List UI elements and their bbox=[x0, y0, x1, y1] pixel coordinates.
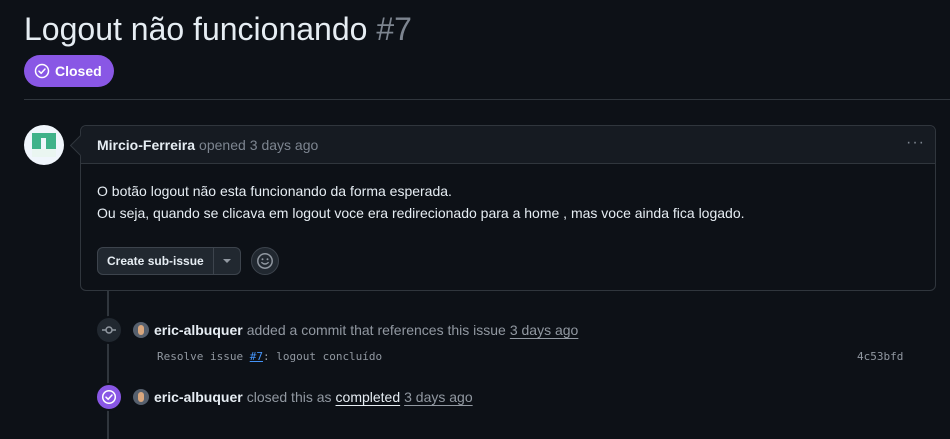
event-timestamp[interactable]: 3 days ago bbox=[404, 389, 473, 405]
issue-comment: Mircio-Ferreira opened 3 days ago ··· O … bbox=[80, 125, 936, 291]
comment-header: Mircio-Ferreira opened 3 days ago ··· bbox=[81, 126, 935, 164]
create-subissue-split-button: Create sub-issue bbox=[97, 247, 241, 275]
status-badge: Closed bbox=[24, 55, 114, 87]
comment-body-line: Ou seja, quando se clicava em logout voc… bbox=[97, 205, 745, 221]
actor-avatar[interactable] bbox=[133, 389, 149, 405]
commit-message-suffix: : logout concluído bbox=[262, 350, 383, 363]
closed-check-icon bbox=[34, 63, 50, 79]
create-subissue-dropdown[interactable] bbox=[214, 248, 240, 274]
timeline-line bbox=[107, 291, 109, 439]
actor-avatar[interactable] bbox=[133, 322, 149, 338]
event-text: closed this as bbox=[246, 389, 332, 405]
issue-closed-icon bbox=[101, 389, 117, 405]
comment-body-line: O botão logout não esta funcionando da f… bbox=[97, 183, 452, 199]
status-badge-label: Closed bbox=[55, 63, 102, 79]
commit-sha-link[interactable]: 4c53bfd bbox=[857, 350, 903, 363]
event-text: added a commit that references this issu… bbox=[246, 322, 506, 338]
event-actor[interactable]: eric-albuquer bbox=[154, 389, 243, 405]
commit-issue-link[interactable]: #7 bbox=[250, 350, 263, 363]
event-actor[interactable]: eric-albuquer bbox=[154, 322, 243, 338]
comment-menu-button[interactable]: ··· bbox=[906, 135, 925, 151]
header-divider bbox=[24, 99, 950, 100]
commit-event-badge bbox=[95, 316, 123, 344]
comment-action: opened bbox=[199, 136, 246, 153]
closed-event: eric-albuquer closed this as completed 3… bbox=[133, 387, 473, 407]
comment-actions: Create sub-issue bbox=[97, 247, 279, 275]
comment-author[interactable]: Mircio-Ferreira bbox=[97, 137, 195, 153]
issue-title: Logout não funcionando #7 bbox=[24, 8, 412, 50]
close-reason-link[interactable]: completed bbox=[336, 389, 401, 405]
commit-message-prefix: Resolve issue bbox=[157, 350, 250, 363]
commit-message: Resolve issue #7: logout concluído bbox=[157, 350, 382, 363]
comment-body: O botão logout não esta funcionando da f… bbox=[81, 164, 935, 224]
closed-event-badge bbox=[95, 383, 123, 411]
issue-number: #7 bbox=[376, 11, 412, 47]
issue-title-text: Logout não funcionando bbox=[24, 11, 368, 47]
add-reaction-button[interactable] bbox=[250, 247, 279, 275]
author-avatar[interactable] bbox=[24, 125, 64, 165]
commit-event: eric-albuquer added a commit that refere… bbox=[133, 320, 578, 340]
event-timestamp[interactable]: 3 days ago bbox=[510, 322, 579, 338]
create-subissue-button[interactable]: Create sub-issue bbox=[98, 248, 214, 274]
comment-timestamp[interactable]: 3 days ago bbox=[250, 137, 319, 153]
smiley-icon bbox=[256, 253, 273, 269]
git-commit-icon bbox=[102, 326, 116, 334]
triangle-down-icon bbox=[222, 259, 231, 263]
